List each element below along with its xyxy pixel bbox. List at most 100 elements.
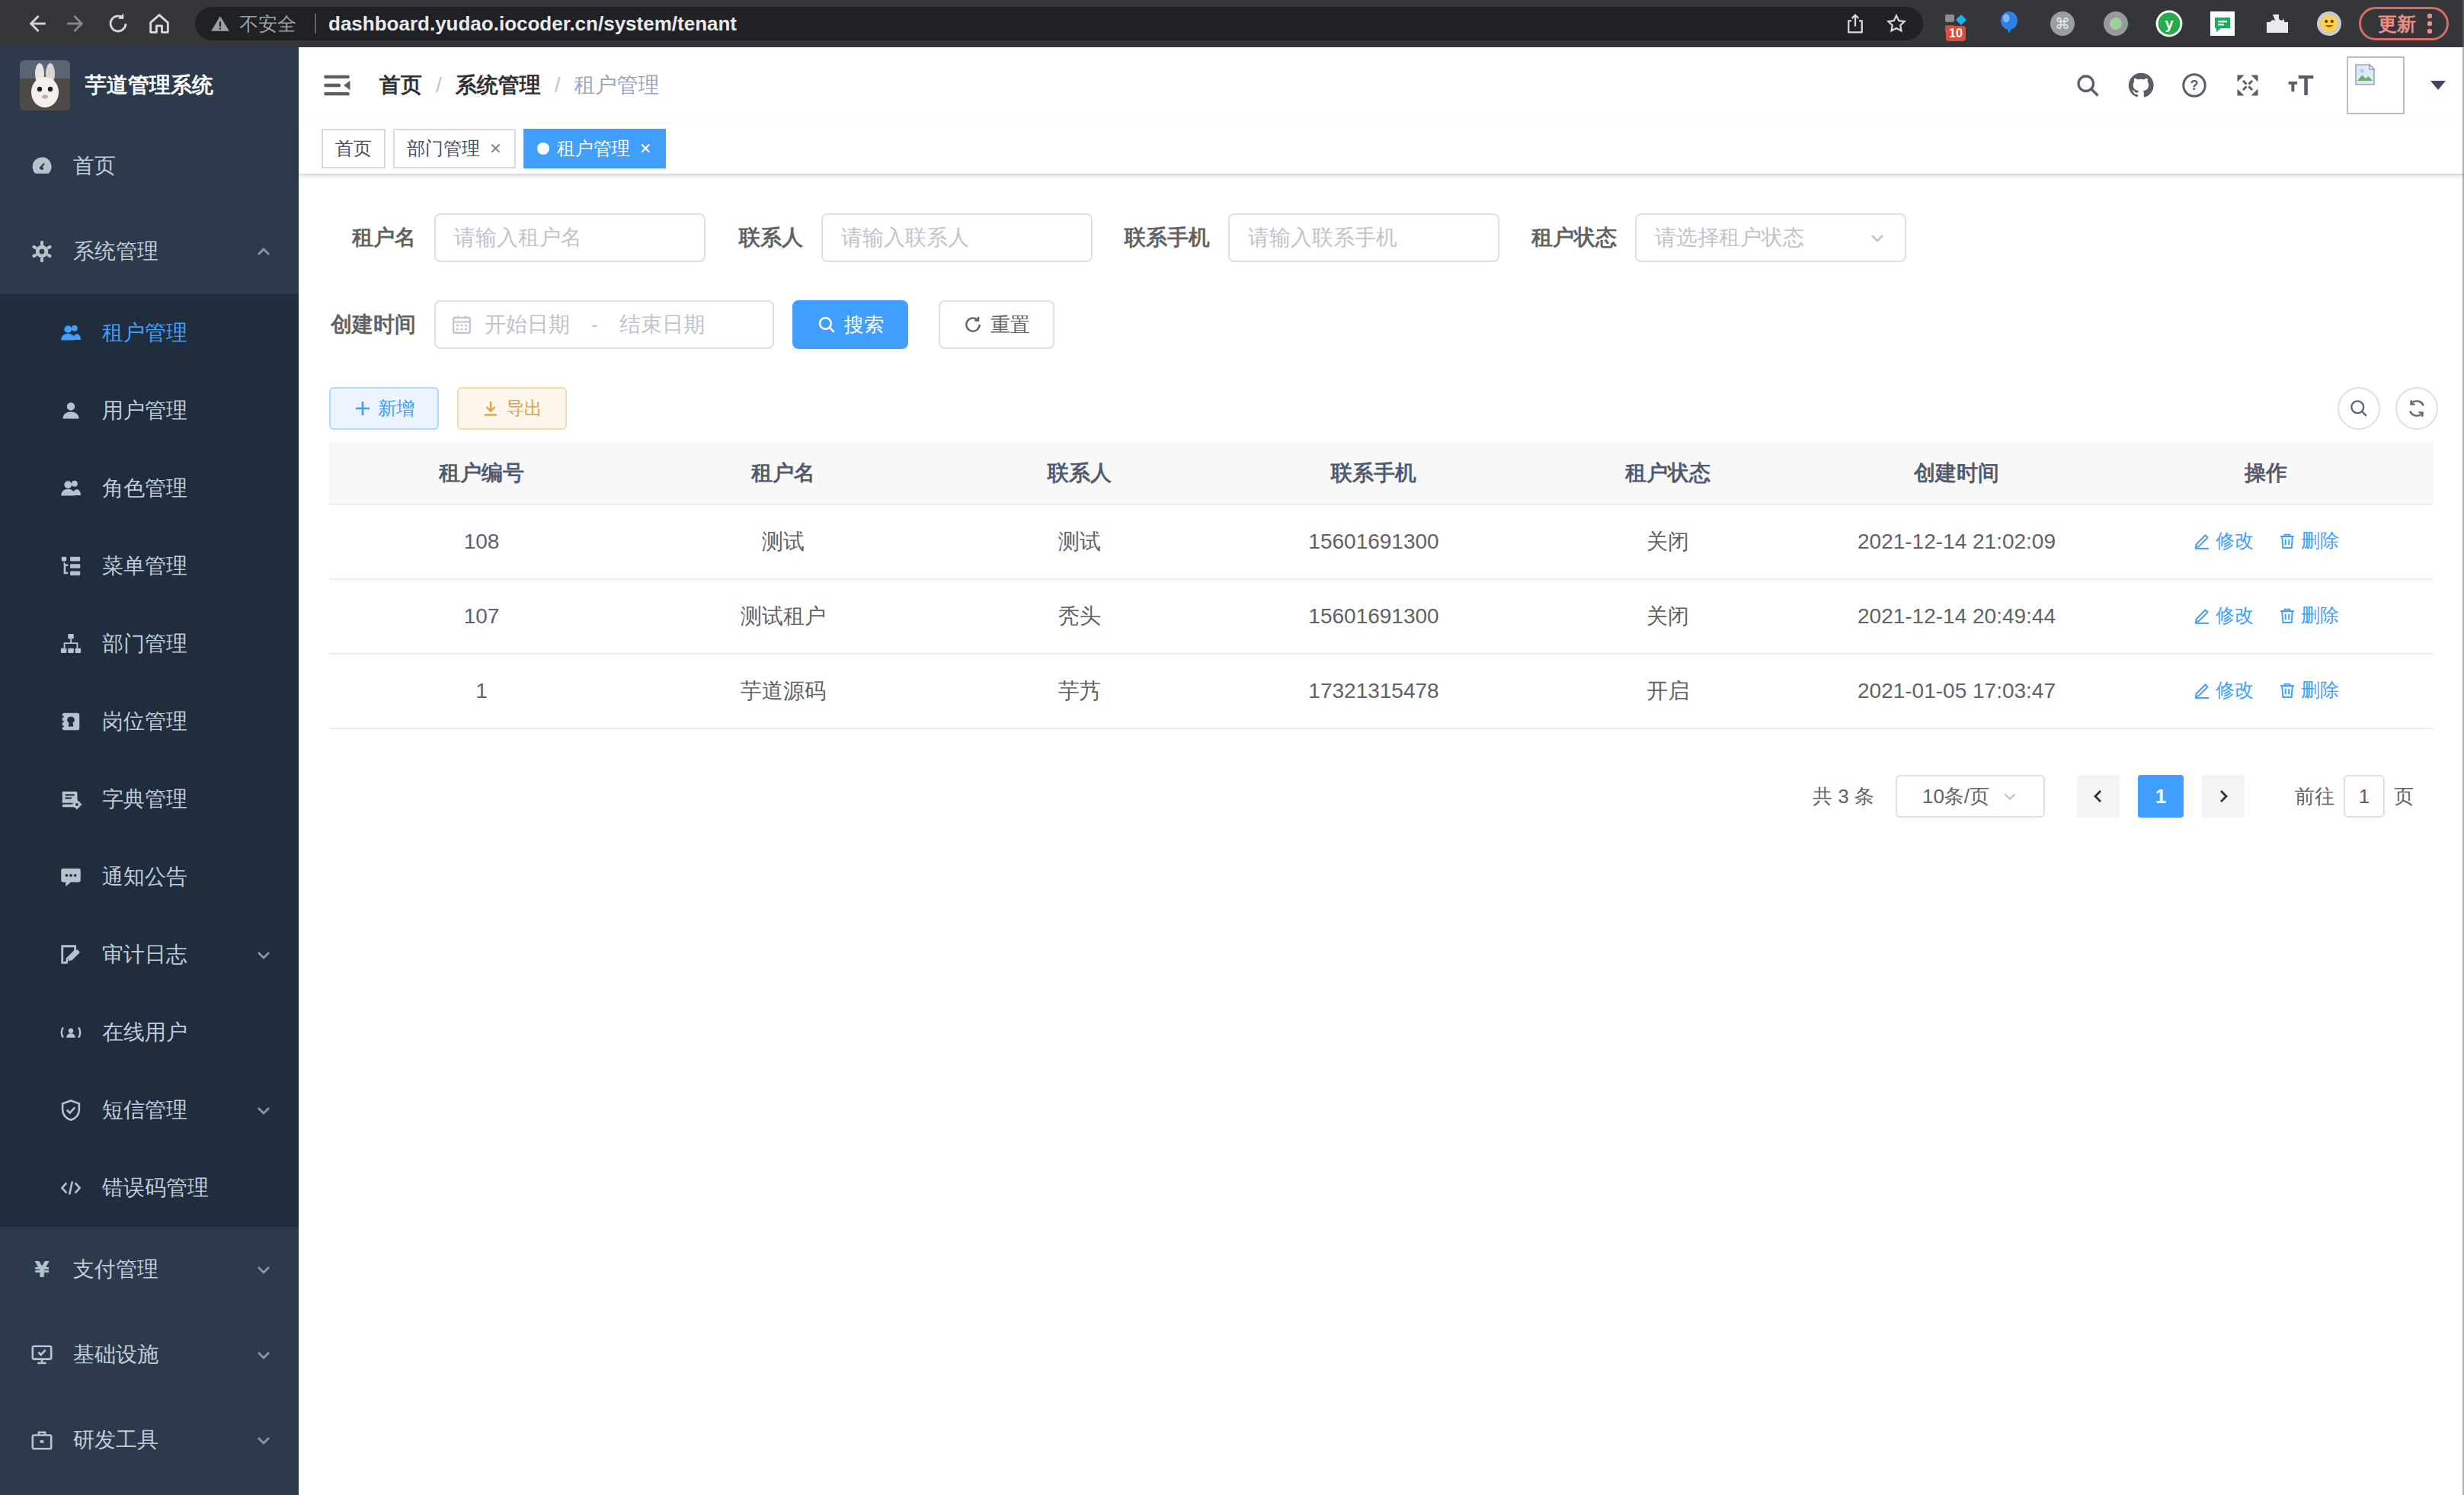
jump-page-input[interactable]: 1 bbox=[2344, 775, 2385, 818]
sidebar-item-menu[interactable]: 菜单管理 bbox=[0, 527, 299, 605]
export-button[interactable]: 导出 bbox=[457, 387, 567, 430]
forward-button[interactable] bbox=[56, 4, 98, 43]
cell-contact: 测试 bbox=[933, 504, 1227, 579]
hide-search-button[interactable] bbox=[2338, 387, 2380, 430]
extensions-bar: 10 ⌘ y bbox=[1941, 9, 2344, 38]
delete-link[interactable]: 删除 bbox=[2278, 677, 2339, 703]
home-button[interactable] bbox=[139, 4, 180, 43]
page-size-select[interactable]: 10条/页 bbox=[1896, 775, 2045, 818]
extension-colorful-icon[interactable]: 10 bbox=[1941, 9, 1970, 38]
bookmark-star-icon[interactable] bbox=[1885, 12, 1908, 35]
address-bar[interactable]: 不安全 dashboard.yudao.iocoder.cn/system/te… bbox=[195, 7, 1923, 40]
next-page-button[interactable] bbox=[2202, 775, 2245, 818]
cell-status: 开启 bbox=[1521, 654, 1815, 728]
sidebar-item-label: 菜单管理 bbox=[102, 552, 187, 581]
sidebar-toggle-button[interactable] bbox=[299, 70, 367, 101]
kebab-menu-icon[interactable] bbox=[2427, 13, 2433, 34]
cell-created: 2021-01-05 17:03:47 bbox=[1815, 654, 2098, 728]
extension-graydot-icon[interactable] bbox=[2101, 9, 2130, 38]
sidebar-item-devtools[interactable]: 研发工具 bbox=[0, 1397, 299, 1483]
search-button[interactable]: 搜索 bbox=[792, 300, 908, 349]
sidebar-item-user[interactable]: 用户管理 bbox=[0, 372, 299, 450]
share-icon[interactable] bbox=[1844, 12, 1867, 35]
table-row: 107 测试租户 秃头 15601691300 关闭 2021-12-14 20… bbox=[329, 579, 2434, 654]
export-button-label: 导出 bbox=[506, 396, 542, 421]
chevron-down-icon bbox=[2002, 788, 2018, 805]
page-content: 租户名 请输入租户名 联系人 请输入联系人 联系手机 请输入联系手机 租户状态 … bbox=[299, 175, 2464, 1495]
tag-home[interactable]: 首页 bbox=[322, 129, 386, 168]
extension-chat-icon[interactable] bbox=[2208, 9, 2237, 38]
cell-tenant-name: 芋道源码 bbox=[634, 654, 933, 728]
app-logo[interactable]: 芋道管理系统 bbox=[0, 47, 299, 123]
sidebar-item-label: 角色管理 bbox=[102, 474, 187, 503]
sidebar-item-label: 支付管理 bbox=[73, 1255, 158, 1284]
avatar-dropdown-caret[interactable] bbox=[2430, 81, 2446, 90]
browser-update-button[interactable]: 更新 bbox=[2359, 7, 2449, 40]
sidebar-item-error-code[interactable]: 错误码管理 bbox=[0, 1149, 299, 1227]
tag-close-icon[interactable]: ✕ bbox=[639, 141, 652, 156]
contact-name-input[interactable]: 请输入联系人 bbox=[821, 213, 1093, 262]
sidebar-item-infra[interactable]: 基础设施 bbox=[0, 1312, 299, 1397]
trash-icon bbox=[2278, 607, 2296, 625]
delete-link[interactable]: 删除 bbox=[2278, 528, 2339, 553]
contact-mobile-input[interactable]: 请输入联系手机 bbox=[1228, 213, 1499, 262]
sidebar-item-audit-log[interactable]: 审计日志 bbox=[0, 916, 299, 994]
sidebar-item-online-user[interactable]: 在线用户 bbox=[0, 994, 299, 1071]
chevron-down-icon bbox=[254, 1260, 273, 1279]
edit-link[interactable]: 修改 bbox=[2193, 677, 2254, 703]
trash-icon bbox=[2278, 681, 2296, 699]
sidebar-item-post[interactable]: 岗位管理 bbox=[0, 683, 299, 760]
tag-close-icon[interactable]: ✕ bbox=[489, 141, 502, 156]
sidebar-item-label: 字典管理 bbox=[102, 785, 187, 814]
tenant-status-select[interactable]: 请选择租户状态 bbox=[1635, 213, 1906, 262]
sidebar-item-sms[interactable]: 短信管理 bbox=[0, 1071, 299, 1149]
add-button[interactable]: 新增 bbox=[329, 387, 439, 430]
back-button[interactable] bbox=[15, 4, 56, 43]
tag-dept[interactable]: 部门管理✕ bbox=[393, 129, 516, 168]
breadcrumb-home[interactable]: 首页 bbox=[379, 71, 422, 100]
delete-label: 删除 bbox=[2301, 677, 2339, 703]
reload-button[interactable] bbox=[98, 4, 139, 43]
help-icon[interactable]: ? bbox=[2179, 70, 2210, 101]
edit-link[interactable]: 修改 bbox=[2193, 603, 2254, 628]
prev-page-button[interactable] bbox=[2077, 775, 2120, 818]
tenant-name-input[interactable]: 请输入租户名 bbox=[434, 213, 706, 262]
extension-balloon-icon[interactable] bbox=[1995, 9, 2024, 38]
avatar[interactable] bbox=[2347, 56, 2405, 114]
header-search-icon[interactable] bbox=[2072, 70, 2103, 101]
font-size-icon[interactable] bbox=[2286, 70, 2316, 101]
sidebar-item-dict[interactable]: 字典管理 bbox=[0, 760, 299, 838]
breadcrumb-system[interactable]: 系统管理 bbox=[456, 71, 541, 100]
reset-button[interactable]: 重置 bbox=[939, 300, 1054, 349]
contact-mobile-label: 联系手机 bbox=[1123, 223, 1228, 252]
fullscreen-icon[interactable] bbox=[2232, 70, 2263, 101]
delete-link[interactable]: 删除 bbox=[2278, 603, 2339, 628]
sidebar-item-payment[interactable]: ¥ 支付管理 bbox=[0, 1227, 299, 1312]
tag-label: 租户管理 bbox=[557, 136, 630, 161]
tag-tenant[interactable]: 租户管理 ✕ bbox=[523, 129, 666, 168]
refresh-button[interactable] bbox=[2395, 387, 2438, 430]
extension-emoji-icon[interactable] bbox=[2315, 9, 2344, 38]
table-row: 1 芋道源码 芋艿 17321315478 开启 2021-01-05 17:0… bbox=[329, 654, 2434, 728]
sidebar-item-dept[interactable]: 部门管理 bbox=[0, 605, 299, 683]
create-time-range-input[interactable]: 开始日期 - 结束日期 bbox=[434, 300, 774, 349]
sidebar-item-home[interactable]: 首页 bbox=[0, 123, 299, 209]
sidebar-item-tenant[interactable]: 租户管理 bbox=[0, 294, 299, 372]
infrastructure-icon bbox=[30, 1343, 53, 1366]
github-icon[interactable] bbox=[2126, 70, 2156, 101]
extension-puzzle-icon[interactable] bbox=[2261, 9, 2290, 38]
extension-y-icon[interactable]: y bbox=[2155, 9, 2184, 38]
page-number-1[interactable]: 1 bbox=[2138, 775, 2184, 818]
sidebar-item-system[interactable]: 系统管理 bbox=[0, 209, 299, 294]
sidebar-item-role[interactable]: 角色管理 bbox=[0, 450, 299, 527]
table-row: 108 测试 测试 15601691300 关闭 2021-12-14 21:0… bbox=[329, 504, 2434, 579]
sidebar-item-label: 在线用户 bbox=[102, 1018, 187, 1047]
date-separator: - bbox=[591, 312, 598, 337]
pagination: 共 3 条 10条/页 1 前往 1 页 bbox=[329, 775, 2414, 818]
edit-link[interactable]: 修改 bbox=[2193, 528, 2254, 553]
extension-command-icon[interactable]: ⌘ bbox=[2048, 9, 2077, 38]
chevron-down-icon bbox=[254, 1101, 273, 1119]
sidebar-item-notice[interactable]: 通知公告 bbox=[0, 838, 299, 916]
refresh-icon bbox=[963, 315, 983, 335]
cell-created: 2021-12-14 20:49:44 bbox=[1815, 579, 2098, 654]
